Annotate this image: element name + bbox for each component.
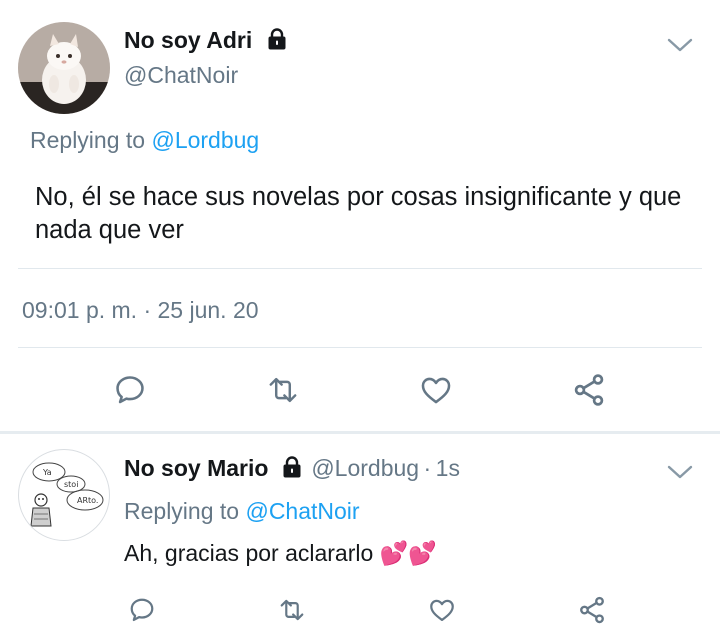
two-hearts-emoji: 💕💕 [379,540,437,566]
avatar-doodle-text-1: Ya [42,468,52,477]
lock-icon [280,455,304,484]
avatar-lordbug[interactable]: Ya stoi ARto. [18,449,110,541]
reply-header: No soy Mario @Lordbug · 1s [124,455,460,484]
like-button[interactable] [424,592,460,628]
lock-icon [265,27,289,56]
reply-button[interactable] [124,592,160,628]
chevron-down-icon[interactable] [666,461,694,483]
cat-avatar-image [18,22,110,114]
like-button[interactable] [414,368,458,412]
share-icon [580,596,604,624]
avatar-chatnoir[interactable] [18,22,110,114]
replying-to: Replying to @ChatNoir [124,498,360,525]
avatar-doodle-text-3: ARto. [77,496,98,505]
heart-icon [430,599,454,622]
sketch-avatar-image: Ya stoi ARto. [30,462,104,527]
reply-text: Ah, gracias por aclararlo [124,540,374,566]
tweet-text: No, él se hace sus novelas por cosas ins… [35,183,682,244]
display-name[interactable]: No soy Mario [124,455,268,481]
relative-time[interactable]: 1s [436,455,460,481]
share-button[interactable] [574,592,610,628]
chevron-down-icon[interactable] [666,34,694,56]
share-icon [574,374,604,406]
heart-icon [421,377,451,404]
retweet-icon [280,599,304,621]
mention-link-chatnoir[interactable]: @ChatNoir [245,498,359,524]
comment-icon [130,598,154,622]
share-button[interactable] [567,368,611,412]
comment-icon [116,376,144,404]
mention-link-lordbug[interactable]: @Lordbug [151,127,259,153]
user-handle[interactable]: @ChatNoir [124,62,238,89]
retweet-button[interactable] [261,368,305,412]
divider [18,347,702,348]
display-name[interactable]: No soy Adri [124,27,252,53]
replying-to: Replying to @Lordbug [30,127,259,154]
divider [18,268,702,269]
separator-dot: · [423,455,432,481]
retweet-icon [269,377,297,403]
user-handle[interactable]: @Lordbug [311,455,419,481]
tweet-header: No soy Adri [124,27,289,56]
reply-text-line: Ah, gracias por aclararlo 💕💕 [124,540,437,567]
avatar-doodle-text-2: stoi [64,480,78,489]
replying-to-label: Replying to [30,127,146,153]
replying-to-label: Replying to [124,498,240,524]
retweet-button[interactable] [272,592,312,628]
reply-button[interactable] [108,368,152,412]
section-separator [0,431,720,434]
tweet-timestamp[interactable]: 09:01 p. m. · 25 jun. 20 [22,297,259,324]
